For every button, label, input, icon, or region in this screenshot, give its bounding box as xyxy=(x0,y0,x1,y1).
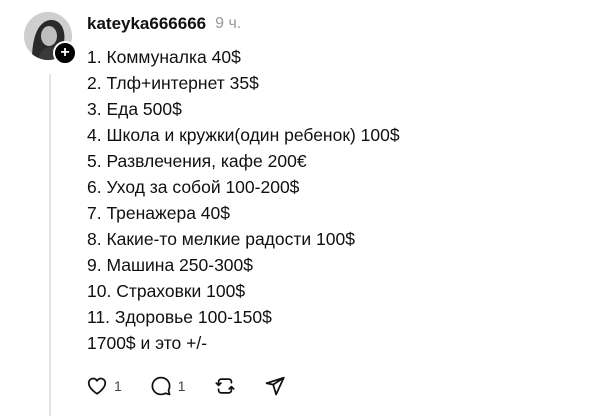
username[interactable]: kateyka666666 xyxy=(87,14,206,34)
share-button[interactable] xyxy=(264,375,286,397)
repost-icon xyxy=(215,378,235,394)
heart-icon xyxy=(87,377,107,395)
send-icon xyxy=(265,376,285,396)
post-text-line: 9. Машина 250-300$ xyxy=(87,255,253,275)
thread-connector-line xyxy=(49,74,51,416)
post-text-line: 6. Уход за собой 100-200$ xyxy=(87,177,300,197)
post-text-line: 8. Какие-то мелкие радости 100$ xyxy=(87,229,355,249)
post-text-line: 1. Коммуналка 40$ xyxy=(87,47,241,67)
comment-count: 1 xyxy=(177,378,186,394)
post-text: 1. Коммуналка 40$ 2. Тлф+интернет 35$ 3.… xyxy=(87,44,587,356)
post-text-line: 10. Страховки 100$ xyxy=(87,281,246,301)
post-text-line: 2. Тлф+интернет 35$ xyxy=(87,73,259,93)
post-actions: 1 1 xyxy=(86,373,314,399)
post-timestamp[interactable]: 9 ч. xyxy=(215,15,241,33)
thread-post: + kateyka666666 9 ч. 1. Коммуналка 40$ 2… xyxy=(0,0,604,416)
post-header: kateyka666666 9 ч. xyxy=(87,12,241,36)
post-text-line: 1700$ и это +/- xyxy=(87,333,208,353)
comment-button[interactable]: 1 xyxy=(150,375,186,397)
post-text-line: 5. Развлечения, кафе 200€ xyxy=(87,151,307,171)
post-text-line: 4. Школа и кружки(один ребенок) 100$ xyxy=(87,125,400,145)
repost-button[interactable] xyxy=(214,375,236,397)
follow-plus-badge[interactable]: + xyxy=(53,41,77,65)
post-text-line: 11. Здоровье 100-150$ xyxy=(87,307,272,327)
post-text-line: 7. Тренажера 40$ xyxy=(87,203,230,223)
post-text-line: 3. Еда 500$ xyxy=(87,99,182,119)
like-count: 1 xyxy=(114,378,122,394)
like-button[interactable]: 1 xyxy=(86,375,122,397)
avatar-container[interactable]: + xyxy=(24,12,77,65)
comment-icon xyxy=(151,376,171,396)
